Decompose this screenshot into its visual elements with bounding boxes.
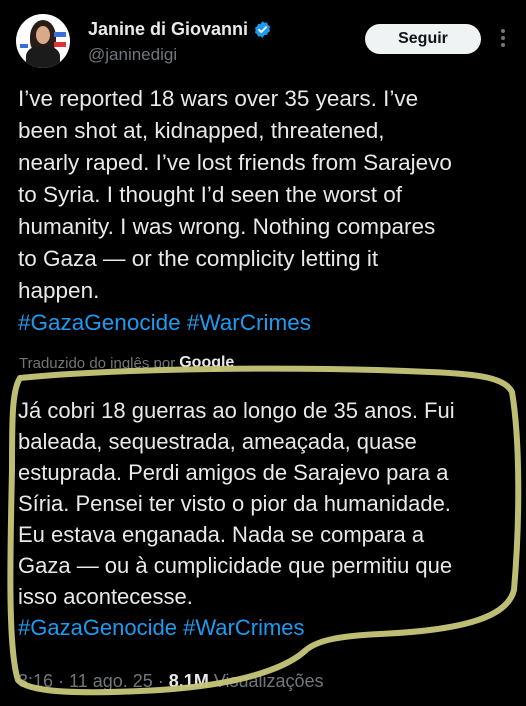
avatar[interactable] [16, 14, 70, 68]
author-name-row[interactable]: Janine di Giovanni [88, 19, 272, 40]
views-count: 8,1M [168, 671, 209, 691]
translated-line: estuprada. Perdi amigos de Sarajevo para… [18, 460, 449, 485]
tweet-header: Janine di Giovanni @janinedigi Seguir [16, 14, 516, 70]
translated-line: Gaza — ou à cumplicidade que permitiu qu… [18, 553, 453, 578]
tweet-line: nearly raped. I’ve lost friends from Sar… [18, 150, 452, 175]
tweet-line: to Syria. I thought I’d seen the worst o… [18, 182, 402, 207]
more-options-icon[interactable] [494, 26, 512, 52]
tweet-hashtags: #GazaGenocide #WarCrimes [18, 307, 518, 339]
translated-line: isso acontecesse. [18, 584, 193, 609]
verified-badge-icon [255, 21, 271, 38]
tweet-line: I’ve reported 18 wars over 35 years. I’v… [18, 86, 419, 111]
translated-line: baleada, sequestrada, ameaçada, quase [18, 429, 417, 454]
translated-hashtags: #GazaGenocide #WarCrimes [18, 612, 516, 643]
tweet-line: humanity. I was wrong. Nothing compares [18, 214, 436, 239]
translated-text: Já cobri 18 guerras ao longo de 35 anos.… [18, 395, 516, 643]
tweet-date[interactable]: 11 ago. 25 [69, 671, 153, 691]
hashtag-link[interactable]: #GazaGenocide [18, 310, 181, 335]
google-logo[interactable]: Google [179, 354, 234, 372]
translation-label: Traduzido do inglês por [19, 354, 176, 372]
author-display-name[interactable]: Janine di Giovanni [88, 19, 248, 40]
hashtag-link[interactable]: #WarCrimes [187, 310, 311, 335]
translated-line: Já cobri 18 guerras ao longo de 35 anos.… [18, 398, 455, 423]
translated-line: Síria. Pensei ter visto o pior da humani… [18, 491, 451, 516]
tweet-text: I’ve reported 18 wars over 35 years. I’v… [18, 83, 518, 339]
tweet-time[interactable]: 3:16 [18, 671, 53, 691]
hashtag-link[interactable]: #GazaGenocide [18, 615, 177, 640]
tweet-meta: 3:16 · 11 ago. 25 · 8,1M Visualizações [18, 671, 324, 691]
translation-attribution: Traduzido do inglês por Google [19, 354, 234, 372]
tweet-line: happen. [18, 278, 100, 303]
views-label: Visualizações [213, 671, 324, 691]
translated-line: Eu estava enganada. Nada se compara a [18, 522, 425, 547]
tweet-line: been shot at, kidnapped, threatened, [18, 118, 385, 143]
follow-button[interactable]: Seguir [365, 24, 481, 54]
author-handle[interactable]: @janinedigi [88, 45, 177, 65]
tweet-line: to Gaza — or the complicity letting it [18, 246, 379, 271]
hashtag-link[interactable]: #WarCrimes [183, 615, 304, 640]
